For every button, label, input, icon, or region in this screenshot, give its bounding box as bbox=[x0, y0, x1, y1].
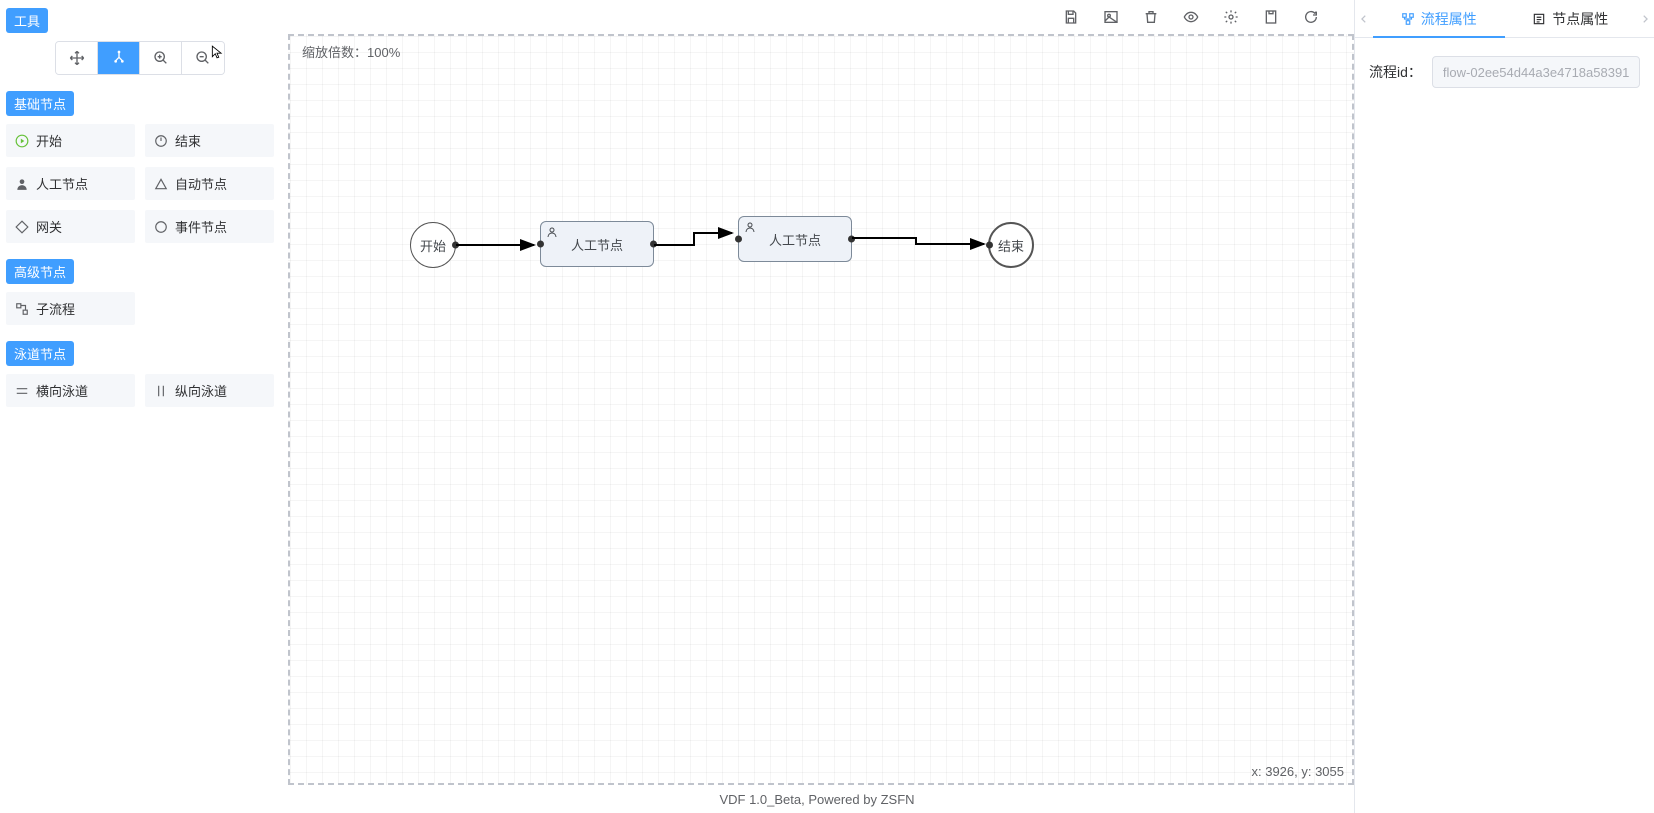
refresh-button[interactable] bbox=[1302, 8, 1320, 26]
play-circle-icon bbox=[14, 133, 30, 149]
export-button[interactable] bbox=[1262, 8, 1280, 26]
diamond-icon bbox=[14, 219, 30, 235]
tab-flow-props[interactable]: 流程属性 bbox=[1373, 0, 1505, 37]
palette-auto-node[interactable]: 自动节点 bbox=[145, 167, 274, 200]
basic-nodes-title: 基础节点 bbox=[6, 91, 74, 116]
vlane-icon bbox=[153, 383, 169, 399]
tab-node-props[interactable]: 节点属性 bbox=[1505, 0, 1637, 37]
image-button[interactable] bbox=[1102, 8, 1120, 26]
palette-gateway-label: 网关 bbox=[36, 217, 62, 236]
canvas-toolbar bbox=[280, 0, 1354, 34]
palette-gateway-node[interactable]: 网关 bbox=[6, 210, 135, 243]
zoom-in-icon bbox=[153, 50, 169, 66]
palette-manual-label: 人工节点 bbox=[36, 174, 88, 193]
port[interactable] bbox=[537, 241, 544, 248]
canvas[interactable]: 缩放倍数：100% x: 3926, y: 3055 开始 bbox=[280, 34, 1354, 785]
pan-tool-button[interactable] bbox=[56, 42, 98, 74]
triangle-icon bbox=[153, 176, 169, 192]
subflow-icon bbox=[14, 301, 30, 317]
chevron-left-icon bbox=[1359, 14, 1369, 24]
user-icon bbox=[545, 225, 559, 239]
flow-node-manual-1-label: 人工节点 bbox=[571, 235, 623, 254]
port[interactable] bbox=[986, 242, 993, 249]
tool-mode-group bbox=[55, 41, 225, 75]
flow-node-end-label: 结束 bbox=[998, 236, 1024, 255]
branch-icon bbox=[111, 50, 127, 66]
zoom-out-button[interactable] bbox=[182, 42, 224, 74]
move-icon bbox=[69, 50, 85, 66]
zoom-indicator: 缩放倍数：100% bbox=[302, 42, 400, 61]
footer-text: VDF 1.0_Beta, Powered by ZSFN bbox=[280, 785, 1354, 813]
left-panel: 工具 基础节点 bbox=[0, 0, 280, 813]
palette-auto-label: 自动节点 bbox=[175, 174, 227, 193]
select-tool-button[interactable] bbox=[98, 42, 140, 74]
flow-id-label: 流程id： bbox=[1369, 62, 1422, 82]
palette-hlane-node[interactable]: 横向泳道 bbox=[6, 374, 135, 407]
palette-event-node[interactable]: 事件节点 bbox=[145, 210, 274, 243]
circle-icon bbox=[153, 219, 169, 235]
palette-hlane-label: 横向泳道 bbox=[36, 381, 88, 400]
flow-node-manual-2-label: 人工节点 bbox=[769, 230, 821, 249]
zoom-in-button[interactable] bbox=[140, 42, 182, 74]
palette-start-label: 开始 bbox=[36, 131, 62, 150]
property-tabs: 流程属性 节点属性 bbox=[1355, 0, 1654, 38]
list-icon bbox=[1532, 12, 1546, 26]
palette-end-label: 结束 bbox=[175, 131, 201, 150]
tab-flow-label: 流程属性 bbox=[1421, 9, 1477, 29]
settings-button[interactable] bbox=[1222, 8, 1240, 26]
palette-manual-node[interactable]: 人工节点 bbox=[6, 167, 135, 200]
coord-indicator: x: 3926, y: 3055 bbox=[1251, 764, 1344, 779]
palette-end-node[interactable]: 结束 bbox=[145, 124, 274, 157]
palette-vlane-label: 纵向泳道 bbox=[175, 381, 227, 400]
flow-node-start[interactable]: 开始 bbox=[410, 222, 456, 268]
tools-section-title: 工具 bbox=[6, 8, 48, 33]
tabs-prev-button[interactable] bbox=[1355, 0, 1373, 37]
palette-vlane-node[interactable]: 纵向泳道 bbox=[145, 374, 274, 407]
flow-node-manual-1[interactable]: 人工节点 bbox=[540, 221, 654, 267]
palette-subflow-label: 子流程 bbox=[36, 299, 75, 318]
chevron-right-icon bbox=[1640, 14, 1650, 24]
tabs-next-button[interactable] bbox=[1636, 0, 1654, 37]
hlane-icon bbox=[14, 383, 30, 399]
flow-edge[interactable] bbox=[456, 241, 542, 251]
save-button[interactable] bbox=[1062, 8, 1080, 26]
user-icon bbox=[14, 176, 30, 192]
power-icon bbox=[153, 133, 169, 149]
delete-button[interactable] bbox=[1142, 8, 1160, 26]
flow-node-end[interactable]: 结束 bbox=[988, 222, 1034, 268]
port[interactable] bbox=[735, 236, 742, 243]
flow-edge[interactable] bbox=[654, 229, 740, 253]
flow-id-input bbox=[1432, 56, 1640, 88]
tab-node-label: 节点属性 bbox=[1552, 9, 1608, 29]
flow-edge[interactable] bbox=[852, 232, 992, 252]
user-icon bbox=[743, 220, 757, 234]
flow-node-start-label: 开始 bbox=[420, 236, 446, 255]
flow-icon bbox=[1401, 12, 1415, 26]
palette-event-label: 事件节点 bbox=[175, 217, 227, 236]
preview-button[interactable] bbox=[1182, 8, 1200, 26]
advanced-nodes-title: 高级节点 bbox=[6, 259, 74, 284]
lane-nodes-title: 泳道节点 bbox=[6, 341, 74, 366]
palette-subflow-node[interactable]: 子流程 bbox=[6, 292, 135, 325]
zoom-out-icon bbox=[195, 50, 211, 66]
right-panel: 流程属性 节点属性 流程id： bbox=[1354, 0, 1654, 813]
canvas-area: 缩放倍数：100% x: 3926, y: 3055 开始 bbox=[280, 0, 1354, 813]
palette-start-node[interactable]: 开始 bbox=[6, 124, 135, 157]
flow-node-manual-2[interactable]: 人工节点 bbox=[738, 216, 852, 262]
